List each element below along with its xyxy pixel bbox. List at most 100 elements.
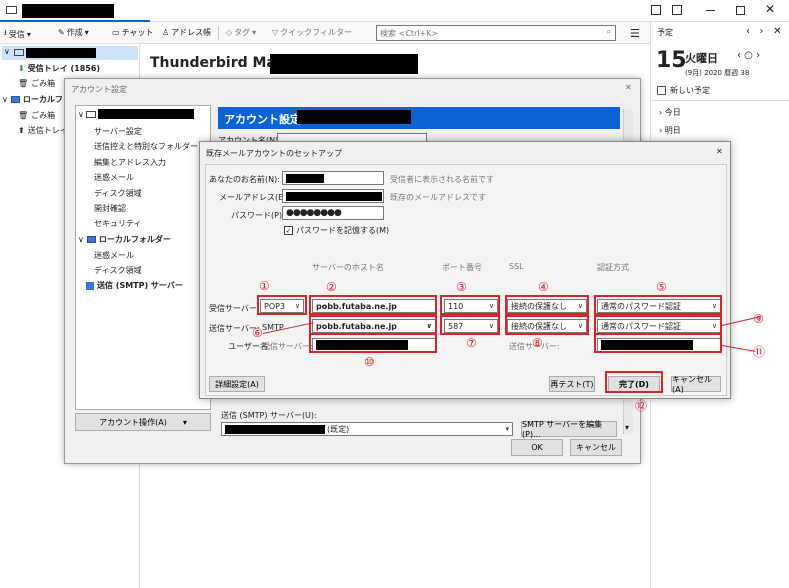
agenda-tomorrow[interactable]: › 明日: [659, 125, 681, 136]
calendar-day-nav[interactable]: ‹ ○ ›: [737, 50, 760, 61]
folder-local-trash[interactable]: 🗑 ごみ箱: [18, 110, 55, 121]
folder-inbox[interactable]: ⬇ 受信トレイ (1856): [18, 63, 100, 74]
search-input[interactable]: 検索 <Ctrl+K> ⌕: [376, 25, 616, 41]
annotation-number: ⑦: [466, 336, 477, 350]
retest-button[interactable]: 再テスト(T): [549, 376, 595, 392]
mail-icon: [14, 49, 24, 56]
name-field[interactable]: [282, 171, 384, 185]
redacted-email: [286, 191, 382, 201]
calendar-divider: [651, 100, 789, 101]
compose-button[interactable]: ✎ 作成 ▾: [58, 27, 89, 38]
quickfilter-button[interactable]: ▽ クイックフィルター: [272, 27, 352, 38]
redacted-name: [286, 173, 324, 183]
chevron-down-icon: ▾: [84, 28, 89, 37]
redacted-tree-account: [97, 109, 194, 119]
email-field[interactable]: [282, 189, 384, 203]
redacted-account: [26, 48, 96, 58]
close-icon[interactable]: ✕: [765, 2, 775, 16]
account-ops-button[interactable]: アカウント操作(A) ▾: [75, 413, 211, 431]
chevron-down-icon: ▾: [505, 425, 509, 433]
main-toolbar: ⭳ 受信 ▾ ✎ 作成 ▾ ▭ チャット ♙ アドレス帳 ◇ タグ ▾ ▽ クイックフィルター 検…: [0, 22, 650, 44]
tree-item[interactable]: 迷惑メール: [94, 250, 134, 261]
title-bar: ✕: [0, 0, 789, 22]
col-port: ポート番号: [442, 263, 482, 272]
tag-icon: ◇: [226, 28, 233, 37]
tree-item[interactable]: ディスク領域: [94, 265, 141, 276]
annotation-number: ⑨: [753, 312, 764, 326]
annotation-number: ⑩: [364, 355, 375, 369]
search-icon: ⌕: [606, 27, 611, 36]
smtp-edit-button[interactable]: SMTP サーバーを編集(P)...: [521, 420, 617, 439]
chevron-down-icon: ∨: [78, 109, 84, 119]
settings-header: アカウント設定 -: [218, 107, 620, 129]
person-icon: ♙: [162, 28, 170, 37]
tree-local-folder[interactable]: ∨ ローカルフォルダー: [78, 234, 171, 245]
tag-button[interactable]: ◇ タグ ▾: [226, 27, 256, 38]
calendar-weekday: 火曜日: [685, 52, 718, 65]
chevron-down-icon[interactable]: ▾: [625, 423, 629, 432]
advanced-button[interactable]: 詳細設定(A): [209, 376, 265, 392]
tree-account-row[interactable]: ∨: [78, 109, 194, 119]
annotation-number: ③: [456, 280, 467, 294]
ok-button[interactable]: OK: [511, 439, 563, 456]
cancel-button[interactable]: キャンセル: [570, 439, 622, 456]
calendar-tab-icon[interactable]: [651, 5, 661, 15]
redacted-smtp: [225, 424, 325, 434]
tree-smtp[interactable]: 送信 (SMTP) サーバー: [86, 280, 183, 291]
receive-button[interactable]: ⭳ 受信 ▾: [4, 27, 31, 41]
chevron-down-icon: ∨: [2, 95, 8, 104]
addressbook-button[interactable]: ♙ アドレス帳: [162, 27, 211, 38]
calendar-subdate: (9月) 2020 暦週 38: [685, 69, 750, 77]
agenda-today[interactable]: › 今日: [659, 107, 681, 118]
tasks-tab-icon[interactable]: [672, 5, 682, 15]
tree-item[interactable]: ディスク領域: [94, 188, 141, 199]
password-field[interactable]: ●●●●●●●●: [282, 206, 384, 220]
mail-icon: [6, 6, 17, 14]
new-event-button[interactable]: 新しい予定: [657, 85, 710, 96]
annotation-box: [605, 371, 663, 393]
trash-icon: 🗑: [18, 79, 29, 88]
annotation-box: [309, 295, 437, 315]
maximize-icon[interactable]: [736, 6, 745, 15]
outbox-icon: ⬆: [18, 126, 25, 135]
close-icon[interactable]: ✕: [625, 83, 632, 92]
setup-dialog: 既存メールアカウントのセットアップ ✕ あなたのお名前(N): 受信者に表示され…: [199, 141, 731, 399]
folder-local-sent[interactable]: ⬆ 送信トレイ: [18, 125, 68, 136]
annotation-number: ⑪: [753, 345, 766, 359]
trash-icon: 🗑: [18, 111, 29, 120]
account-row[interactable]: ∨: [2, 46, 138, 60]
annotation-number: ⑥: [252, 326, 263, 340]
tree-item[interactable]: 送信控えと特別なフォルダー: [94, 141, 198, 152]
annotation-number: ④: [538, 280, 549, 294]
remember-password[interactable]: ✓ パスワードを記憶する(M): [284, 225, 389, 236]
tree-item[interactable]: 開封確認: [94, 203, 126, 214]
mail-icon: [85, 110, 96, 118]
tree-item[interactable]: サーバー設定: [94, 126, 142, 137]
annotation-number: ②: [326, 280, 337, 294]
tree-item[interactable]: 迷惑メール: [94, 172, 134, 183]
close-icon[interactable]: ✕: [716, 147, 723, 156]
inbox-icon: ⬇: [18, 64, 25, 73]
annotation-box: [309, 315, 437, 335]
folder-trash[interactable]: 🗑 ごみ箱: [18, 78, 55, 89]
download-icon: ⭳: [4, 28, 7, 37]
minimize-icon[interactable]: [706, 10, 715, 11]
tree-item[interactable]: 編集とアドレス入力: [94, 157, 166, 168]
col-host: サーバーのホスト名: [312, 263, 384, 272]
smtp-select[interactable]: (既定) ▾: [221, 422, 513, 436]
redacted-title-account: [270, 54, 418, 74]
filter-icon: ▽: [272, 28, 279, 37]
tree-item[interactable]: セキュリティ: [94, 218, 142, 229]
menu-icon[interactable]: ☰: [630, 27, 640, 40]
account-settings-title: アカウント設定: [71, 85, 127, 94]
calendar-nav[interactable]: ‹ › ✕: [746, 26, 781, 37]
annotation-number: ①: [259, 279, 270, 293]
annotation-number: ⑤: [656, 280, 667, 294]
annotation-box: [594, 315, 722, 335]
chat-button[interactable]: ▭ チャット: [112, 27, 153, 38]
chevron-right-icon: ›: [659, 108, 663, 117]
cancel-button[interactable]: キャンセル(A): [671, 375, 721, 394]
annotation-number: ⑧: [532, 336, 543, 350]
redacted-settings-header: [297, 110, 411, 124]
computer-icon: [86, 236, 96, 243]
